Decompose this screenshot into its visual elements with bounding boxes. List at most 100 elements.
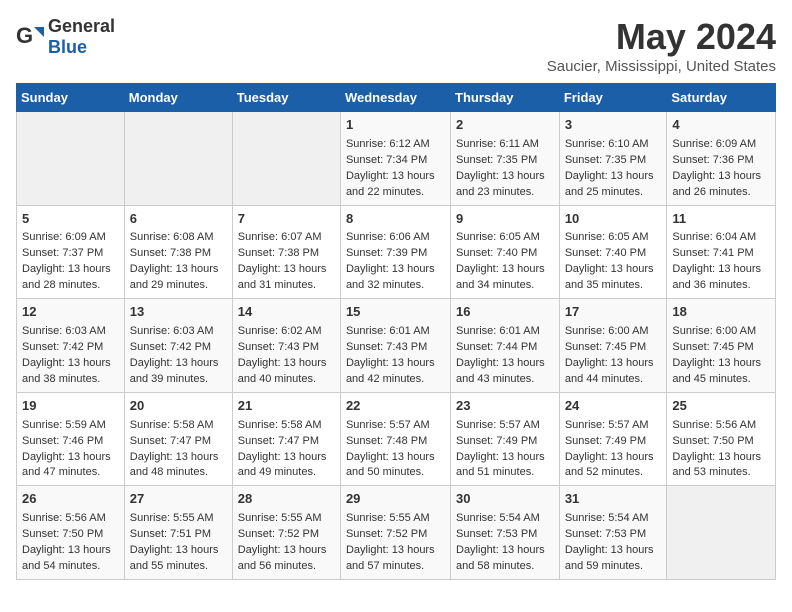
day-number: 22 [346,397,445,416]
calendar-cell: 3Sunrise: 6:10 AMSunset: 7:35 PMDaylight… [559,112,667,206]
cell-info: Daylight: 13 hours and 36 minutes. [672,262,770,294]
calendar-cell: 6Sunrise: 6:08 AMSunset: 7:38 PMDaylight… [124,205,232,299]
cell-info: Sunrise: 6:08 AM [130,230,227,246]
calendar-week-3: 12Sunrise: 6:03 AMSunset: 7:42 PMDayligh… [17,299,776,393]
column-header-friday: Friday [559,84,667,112]
calendar-cell: 26Sunrise: 5:56 AMSunset: 7:50 PMDayligh… [17,486,125,580]
calendar-cell: 12Sunrise: 6:03 AMSunset: 7:42 PMDayligh… [17,299,125,393]
day-number: 1 [346,116,445,135]
cell-info: Sunrise: 5:57 AM [456,418,554,434]
cell-info: Sunrise: 5:55 AM [238,511,335,527]
cell-info: Sunset: 7:46 PM [22,434,119,450]
calendar-week-2: 5Sunrise: 6:09 AMSunset: 7:37 PMDaylight… [17,205,776,299]
cell-info: Sunset: 7:37 PM [22,246,119,262]
day-number: 5 [22,210,119,229]
calendar-cell: 2 Sunrise: 6:11 AMSunset: 7:35 PMDaylight… [451,112,560,206]
cell-info: Sunset: 7:36 PM [672,153,770,169]
column-header-sunday: Sunday [17,84,125,112]
cell-info: Daylight: 13 hours and 44 minutes. [565,356,662,388]
cell-info: Sunset: 7:42 PM [22,340,119,356]
cell-info: Sunset: 7:53 PM [565,527,662,543]
cell-info: Sunset: 7:45 PM [672,340,770,356]
day-number: 18 [672,303,770,322]
day-number: 31 [565,490,662,509]
day-number: 30 [456,490,554,509]
cell-info: Daylight: 13 hours and 48 minutes. [130,450,227,482]
calendar-cell: 4Sunrise: 6:09 AMSunset: 7:36 PMDaylight… [667,112,776,206]
cell-info: Sunset: 7:38 PM [130,246,227,262]
calendar-week-4: 19Sunrise: 5:59 AMSunset: 7:46 PMDayligh… [17,392,776,486]
calendar-cell: 8Sunrise: 6:06 AMSunset: 7:39 PMDaylight… [340,205,450,299]
column-header-wednesday: Wednesday [340,84,450,112]
cell-info: Sunset: 7:44 PM [456,340,554,356]
calendar-cell: 31Sunrise: 5:54 AMSunset: 7:53 PMDayligh… [559,486,667,580]
cell-info: Sunset: 7:50 PM [672,434,770,450]
day-number: 14 [238,303,335,322]
day-number: 4 [672,116,770,135]
cell-info: Sunset: 7:43 PM [238,340,335,356]
column-header-thursday: Thursday [451,84,560,112]
cell-info: Daylight: 13 hours and 54 minutes. [22,543,119,575]
day-number: 20 [130,397,227,416]
cell-info: Sunrise: 5:57 AM [565,418,662,434]
cell-info: Sunrise: 6:04 AM [672,230,770,246]
cell-info: Sunrise: 6:01 AM [346,324,445,340]
cell-info: Sunrise: 6:07 AM [238,230,335,246]
day-number: 27 [130,490,227,509]
cell-info: Daylight: 13 hours and 53 minutes. [672,450,770,482]
cell-info: Sunrise: 6:00 AM [672,324,770,340]
cell-info: Sunrise: 6:09 AM [672,137,770,153]
calendar-cell: 21Sunrise: 5:58 AMSunset: 7:47 PMDayligh… [232,392,340,486]
cell-info: Sunrise: 6:06 AM [346,230,445,246]
day-number: 19 [22,397,119,416]
cell-info: Sunset: 7:35 PM [456,153,554,169]
logo-icon: G [16,23,44,51]
day-number: 24 [565,397,662,416]
calendar-cell: 17Sunrise: 6:00 AMSunset: 7:45 PMDayligh… [559,299,667,393]
calendar-cell: 19Sunrise: 5:59 AMSunset: 7:46 PMDayligh… [17,392,125,486]
logo-general: General [48,16,115,36]
calendar-week-5: 26Sunrise: 5:56 AMSunset: 7:50 PMDayligh… [17,486,776,580]
calendar-cell: 9Sunrise: 6:05 AMSunset: 7:40 PMDaylight… [451,205,560,299]
calendar-cell: 23Sunrise: 5:57 AMSunset: 7:49 PMDayligh… [451,392,560,486]
day-number: 9 [456,210,554,229]
cell-info: Sunset: 7:49 PM [565,434,662,450]
cell-info: Sunset: 7:52 PM [238,527,335,543]
cell-info: Sunrise: 6:11 AM [456,137,554,153]
cell-info: Daylight: 13 hours and 43 minutes. [456,356,554,388]
cell-info: Daylight: 13 hours and 29 minutes. [130,262,227,294]
cell-info: Daylight: 13 hours and 32 minutes. [346,262,445,294]
main-title: May 2024 [547,16,776,58]
cell-info: Daylight: 13 hours and 28 minutes. [22,262,119,294]
cell-info: Sunset: 7:48 PM [346,434,445,450]
cell-info: Daylight: 13 hours and 57 minutes. [346,543,445,575]
cell-info: Daylight: 13 hours and 51 minutes. [456,450,554,482]
day-number: 15 [346,303,445,322]
day-number: 2 [456,116,554,135]
cell-info: Daylight: 13 hours and 50 minutes. [346,450,445,482]
calendar-cell [667,486,776,580]
cell-info: Sunrise: 5:58 AM [238,418,335,434]
calendar-cell [17,112,125,206]
cell-info: Daylight: 13 hours and 39 minutes. [130,356,227,388]
column-header-tuesday: Tuesday [232,84,340,112]
cell-info: Daylight: 13 hours and 49 minutes. [238,450,335,482]
cell-info: Sunrise: 5:55 AM [346,511,445,527]
cell-info: Sunrise: 5:56 AM [672,418,770,434]
cell-info: Sunset: 7:42 PM [130,340,227,356]
cell-info: Sunset: 7:51 PM [130,527,227,543]
cell-info: Daylight: 13 hours and 23 minutes. [456,169,554,201]
cell-info: Sunrise: 5:54 AM [456,511,554,527]
cell-info: Sunrise: 6:01 AM [456,324,554,340]
cell-info: Daylight: 13 hours and 35 minutes. [565,262,662,294]
day-number: 10 [565,210,662,229]
cell-info: Sunset: 7:45 PM [565,340,662,356]
cell-info: Sunset: 7:39 PM [346,246,445,262]
logo: G General Blue [16,16,115,58]
cell-info: Sunrise: 5:58 AM [130,418,227,434]
calendar-cell: 5Sunrise: 6:09 AMSunset: 7:37 PMDaylight… [17,205,125,299]
cell-info: Sunset: 7:40 PM [565,246,662,262]
cell-info: Sunrise: 6:00 AM [565,324,662,340]
svg-text:G: G [16,23,33,48]
cell-info: Sunrise: 5:54 AM [565,511,662,527]
